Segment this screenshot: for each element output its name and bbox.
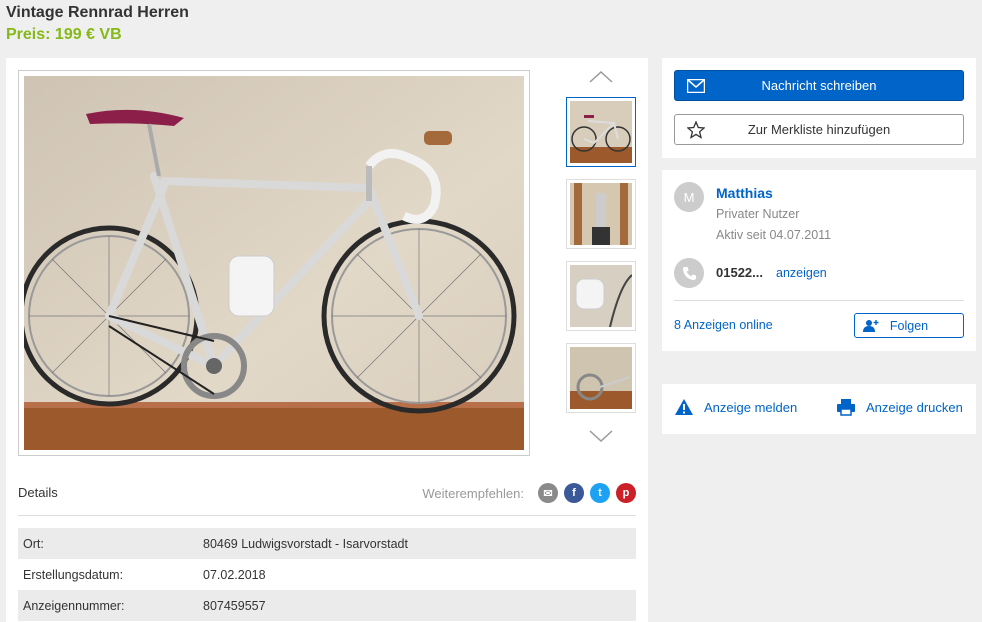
listing-price: Preis: 199 € VB	[6, 26, 122, 43]
pinterest-icon[interactable]: p	[616, 483, 636, 503]
actions-card: Anzeige melden Anzeige drucken	[662, 384, 976, 434]
email-icon[interactable]: ✉	[538, 483, 558, 503]
contact-card: Nachricht schreiben Zur Merkliste hinzuf…	[662, 58, 976, 158]
attribute-value: 80469 Ludwigsvorstadt - Isarvorstadt	[203, 536, 408, 551]
facebook-icon[interactable]: f	[564, 483, 584, 503]
follow-label: Folgen	[889, 318, 929, 333]
table-row: Ort: 80469 Ludwigsvorstadt - Isarvorstad…	[18, 528, 636, 559]
thumbnail-up-arrow-icon[interactable]	[586, 68, 616, 86]
seller-card: M Matthias Privater Nutzer Aktiv seit 04…	[662, 170, 976, 351]
thumbnail-image	[570, 183, 632, 245]
thumbnail-3[interactable]	[566, 261, 636, 331]
star-icon	[687, 121, 705, 139]
follow-button[interactable]: Folgen	[854, 313, 964, 338]
seller-name[interactable]: Matthias	[716, 185, 773, 201]
write-message-label: Nachricht schreiben	[761, 78, 877, 93]
seller-active-since: Aktiv seit 04.07.2011	[716, 228, 832, 242]
attribute-key: Erstellungsdatum:	[23, 567, 124, 582]
envelope-icon	[687, 79, 705, 93]
write-message-button[interactable]: Nachricht schreiben	[674, 70, 964, 101]
add-to-watchlist-button[interactable]: Zur Merkliste hinzufügen	[674, 114, 964, 145]
thumbnail-image	[570, 347, 632, 409]
attribute-key: Ort:	[23, 536, 44, 551]
phone-icon	[674, 258, 704, 288]
phone-number: 01522...	[716, 265, 763, 280]
show-phone-link[interactable]: anzeigen	[776, 266, 827, 280]
attribute-key: Anzeigennummer:	[23, 598, 125, 613]
table-row: Erstellungsdatum: 07.02.2018	[18, 559, 636, 590]
details-label: Details	[18, 485, 58, 500]
report-ad-label: Anzeige melden	[704, 399, 798, 415]
thumbnail-image	[570, 101, 632, 163]
add-to-watchlist-label: Zur Merkliste hinzufügen	[747, 122, 891, 137]
listing-title: Vintage Rennrad Herren	[6, 4, 189, 21]
print-ad-label: Anzeige drucken	[866, 399, 963, 415]
report-ad-link[interactable]: Anzeige melden	[674, 398, 797, 416]
ads-online-link[interactable]: 8 Anzeigen online	[674, 318, 773, 332]
seller-type: Privater Nutzer	[716, 207, 800, 221]
thumbnail-2[interactable]	[566, 179, 636, 249]
attribute-value: 07.02.2018	[203, 567, 266, 582]
attribute-table: Ort: 80469 Ludwigsvorstadt - Isarvorstad…	[18, 528, 636, 621]
bicycle-photo	[24, 76, 524, 450]
table-row: Anzeigennummer: 807459557	[18, 590, 636, 621]
listing-main-card: Details Weiterempfehlen: ✉ f t p Ort: 80…	[6, 58, 648, 622]
printer-icon	[837, 399, 855, 416]
avatar: M	[674, 182, 704, 212]
main-image[interactable]	[18, 70, 530, 456]
share-label: Weiterempfehlen:	[422, 485, 524, 501]
share-bar: Weiterempfehlen: ✉ f t p	[422, 483, 636, 503]
divider	[674, 300, 964, 301]
add-user-icon	[863, 320, 879, 332]
thumbnail-1[interactable]	[566, 97, 636, 167]
attribute-value: 807459557	[203, 598, 266, 613]
thumbnail-4[interactable]	[566, 343, 636, 413]
details-header: Details Weiterempfehlen: ✉ f t p	[18, 478, 636, 516]
thumbnail-down-arrow-icon[interactable]	[586, 427, 616, 445]
twitter-icon[interactable]: t	[590, 483, 610, 503]
thumbnail-image	[570, 265, 632, 327]
warning-icon	[675, 399, 693, 415]
print-ad-link[interactable]: Anzeige drucken	[836, 398, 963, 416]
